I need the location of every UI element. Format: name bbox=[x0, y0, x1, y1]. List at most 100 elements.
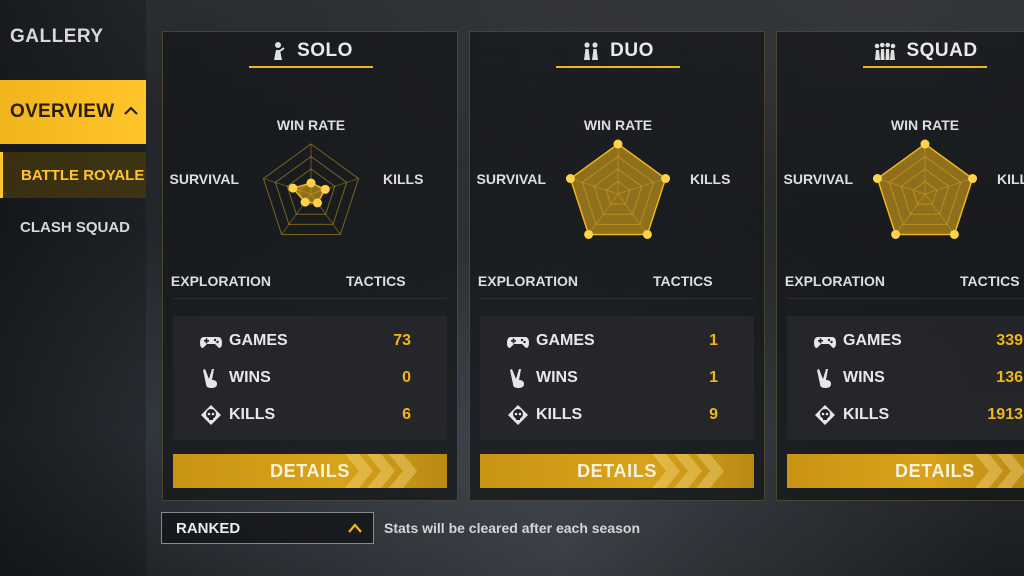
stat-label: WINS bbox=[536, 369, 578, 386]
chevron-arrows-icon bbox=[345, 454, 417, 488]
stat-value-games: 339 bbox=[996, 332, 1023, 349]
panel-header: DUO bbox=[470, 32, 764, 70]
victory-hand-icon bbox=[817, 369, 831, 388]
radar-point-win-rate bbox=[920, 139, 930, 149]
sidebar: GALLERY OVERVIEW BATTLE ROYALE CLASH SQU… bbox=[0, 0, 146, 576]
radar-label-survival: SURVIVAL bbox=[784, 171, 854, 187]
radar-point-tactics bbox=[949, 229, 959, 239]
radar-value-area bbox=[876, 143, 974, 236]
duo-players-icon bbox=[584, 42, 599, 60]
stat-label: WINS bbox=[229, 369, 271, 386]
sidebar-item-battle-royale[interactable]: BATTLE ROYALE bbox=[0, 152, 146, 198]
stat-value-kills: 9 bbox=[709, 406, 718, 423]
stats-radar-chart: WIN RATE KILLS TACTICS EXPLORATION SURVIVAL bbox=[170, 117, 424, 289]
title-underline bbox=[556, 66, 680, 68]
radar-label-exploration: EXPLORATION bbox=[171, 273, 271, 289]
radar-point-survival bbox=[288, 183, 298, 193]
radar-label-kills: KILLS bbox=[997, 171, 1024, 187]
stat-label: KILLS bbox=[536, 406, 583, 423]
radar-point-win-rate bbox=[306, 178, 316, 188]
mode-panel-solo: SOLO WIN RATE KILLS TACTICS EXPLORATION SURV… bbox=[162, 31, 458, 501]
chevron-up-icon bbox=[124, 106, 138, 115]
chevron-arrows-icon bbox=[975, 454, 1024, 488]
stat-row-kills: KILLS 6 bbox=[173, 400, 447, 430]
stat-label: GAMES bbox=[843, 332, 902, 349]
details-button[interactable]: DETAILS bbox=[480, 454, 754, 488]
stat-label: KILLS bbox=[229, 406, 276, 423]
victory-hand-icon bbox=[510, 369, 524, 388]
radar-point-exploration bbox=[584, 229, 594, 239]
radar-label-survival: SURVIVAL bbox=[170, 171, 240, 187]
chevron-arrows-icon bbox=[652, 454, 724, 488]
radar-point-kills bbox=[661, 174, 671, 184]
dropdown-selected-value: RANKED bbox=[176, 519, 241, 537]
radar-label-exploration: EXPLORATION bbox=[478, 273, 578, 289]
radar-label-kills: KILLS bbox=[690, 171, 730, 187]
stats-box: GAMES 1 WINS 1 KILLS 9 bbox=[480, 316, 754, 440]
stats-box: GAMES 339 WINS 136 KILLS 1913 bbox=[787, 316, 1024, 440]
chevron-up-icon bbox=[348, 523, 362, 533]
skull-icon bbox=[201, 405, 221, 425]
radar-label-tactics: TACTICS bbox=[960, 273, 1020, 289]
overview-label: OVERVIEW bbox=[10, 101, 115, 122]
ranked-dropdown[interactable]: RANKED bbox=[161, 512, 374, 544]
panel-title: DUO bbox=[610, 40, 654, 61]
stat-row-wins: WINS 136 bbox=[787, 363, 1024, 393]
details-button[interactable]: DETAILS bbox=[173, 454, 447, 488]
radar-point-exploration bbox=[300, 197, 310, 207]
radar-label-tactics: TACTICS bbox=[653, 273, 713, 289]
stat-row-games: GAMES 339 bbox=[787, 326, 1024, 356]
gamepad-icon bbox=[200, 337, 222, 348]
stat-value-kills: 6 bbox=[402, 406, 411, 423]
title-underline bbox=[863, 66, 987, 68]
radar-label-win-rate: WIN RATE bbox=[891, 117, 959, 133]
stat-value-kills: 1913 bbox=[987, 406, 1023, 423]
victory-hand-icon bbox=[203, 369, 217, 388]
stat-label: WINS bbox=[843, 369, 885, 386]
radar-point-win-rate bbox=[613, 139, 623, 149]
radar-point-kills bbox=[968, 174, 978, 184]
details-button[interactable]: DETAILS bbox=[787, 454, 1024, 488]
details-label: DETAILS bbox=[895, 460, 975, 481]
panel-header: SQUAD bbox=[777, 32, 1024, 70]
divider bbox=[480, 298, 754, 299]
season-note: Stats will be cleared after each season bbox=[384, 520, 641, 536]
details-label: DETAILS bbox=[577, 460, 657, 481]
skull-icon bbox=[508, 405, 528, 425]
radar-point-survival bbox=[872, 174, 882, 184]
stats-box: GAMES 73 WINS 0 KILLS 6 bbox=[173, 316, 447, 440]
radar-label-win-rate: WIN RATE bbox=[277, 117, 345, 133]
radar-point-tactics bbox=[312, 198, 322, 208]
radar-label-tactics: TACTICS bbox=[346, 273, 406, 289]
stat-value-wins: 136 bbox=[996, 369, 1023, 386]
stat-row-games: GAMES 1 bbox=[480, 326, 754, 356]
stats-radar-chart: WIN RATE KILLS TACTICS EXPLORATION SURVIVAL bbox=[784, 117, 1024, 289]
radar-label-kills: KILLS bbox=[383, 171, 423, 187]
solo-player-icon bbox=[274, 42, 285, 60]
radar-label-win-rate: WIN RATE bbox=[584, 117, 652, 133]
stat-value-games: 73 bbox=[393, 332, 411, 349]
gamepad-icon bbox=[507, 337, 529, 348]
mode-panel-duo: DUO WIN RATE KILLS TACTICS EXPLORATION SURVI… bbox=[469, 31, 765, 501]
mode-panel-squad: SQUAD WIN RATE KILLS TACTICS EXPLORATION SUR… bbox=[776, 31, 1024, 501]
radar-point-kills bbox=[320, 184, 330, 194]
stat-label: GAMES bbox=[229, 332, 288, 349]
skull-icon bbox=[815, 405, 835, 425]
stat-label: GAMES bbox=[536, 332, 595, 349]
panel-header: SOLO bbox=[163, 32, 457, 70]
divider bbox=[787, 298, 1024, 299]
sidebar-item-clash-squad[interactable]: CLASH SQUAD bbox=[0, 204, 146, 250]
radar-label-survival: SURVIVAL bbox=[477, 171, 547, 187]
overview-tab[interactable]: OVERVIEW bbox=[0, 80, 146, 144]
gallery-tab[interactable]: GALLERY bbox=[10, 26, 104, 48]
gamepad-icon bbox=[814, 337, 836, 348]
squad-players-icon bbox=[875, 42, 896, 60]
radar-value-area bbox=[569, 143, 667, 236]
stat-label: KILLS bbox=[843, 406, 890, 423]
panel-title: SOLO bbox=[297, 40, 353, 61]
title-underline bbox=[249, 66, 373, 68]
stat-row-wins: WINS 0 bbox=[173, 363, 447, 393]
radar-point-exploration bbox=[891, 229, 901, 239]
radar-label-exploration: EXPLORATION bbox=[785, 273, 885, 289]
panel-title: SQUAD bbox=[906, 40, 978, 61]
